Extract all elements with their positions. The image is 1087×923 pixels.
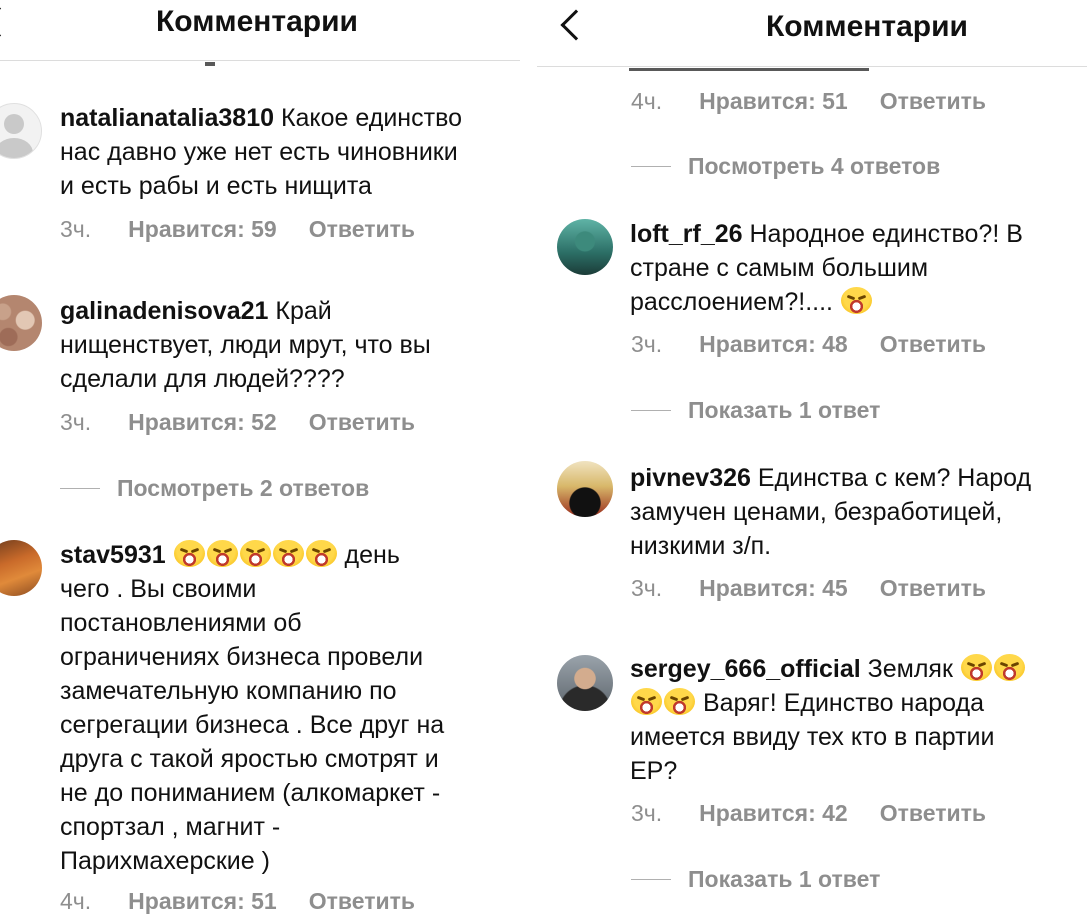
comment-meta: 3ч. Нравится: 45 Ответить — [631, 575, 986, 602]
comment-username[interactable]: natalianatalia3810 — [60, 104, 274, 132]
reply-button[interactable]: Ответить — [880, 331, 986, 358]
divider — [631, 166, 671, 167]
face-with-tears-of-joy-icon — [206, 540, 238, 567]
comments-screen-left: Комментарии natalianatalia3810 Какое еди… — [0, 0, 520, 923]
reply-button[interactable]: Ответить — [309, 409, 415, 436]
comment-username[interactable]: stav5931 — [60, 541, 166, 569]
default-user-avatar-icon[interactable] — [0, 103, 42, 159]
comment-meta: 3ч. Нравится: 59 Ответить — [60, 216, 415, 243]
view-replies-button[interactable]: Посмотреть 2 ответов — [60, 475, 369, 502]
header-divider — [0, 60, 520, 61]
comment-username[interactable]: sergey_666_official — [630, 655, 861, 683]
avatar[interactable] — [557, 461, 613, 517]
comment-time: 3ч. — [60, 409, 92, 435]
avatar[interactable] — [0, 295, 42, 351]
comment-text: natalianatalia3810 Какое единство нас да… — [60, 104, 462, 200]
avatar[interactable] — [0, 540, 42, 596]
comment-username[interactable]: loft_rf_26 — [630, 220, 743, 248]
face-with-tears-of-joy-icon — [239, 540, 271, 567]
divider — [631, 410, 671, 411]
gutter — [520, 0, 537, 923]
likes-count[interactable]: Нравится: 51 — [128, 888, 277, 915]
face-with-tears-of-joy-icon — [664, 688, 695, 715]
comment-time: 3ч. — [631, 331, 663, 357]
comment-text: galinadenisova21 Край нищенствует, люди … — [60, 297, 431, 393]
reply-button[interactable]: Ответить — [309, 216, 415, 243]
view-replies-button[interactable]: Показать 1 ответ — [631, 397, 880, 424]
comment-text: sergey_666_official Земляк Варяг! Единст… — [630, 652, 1026, 788]
face-with-tears-of-joy-icon — [631, 688, 662, 715]
reply-button[interactable]: Ответить — [880, 575, 986, 602]
header: Комментарии — [537, 0, 1087, 54]
reply-button[interactable]: Ответить — [880, 88, 986, 115]
divider — [60, 488, 100, 489]
comment-meta: 3ч. Нравится: 52 Ответить — [60, 409, 415, 436]
reply-button[interactable]: Ответить — [309, 888, 415, 915]
comment-time: 3ч. — [631, 575, 663, 601]
back-chevron-icon[interactable] — [0, 6, 15, 38]
comment-time: 3ч. — [631, 800, 663, 826]
reply-button[interactable]: Ответить — [880, 800, 986, 827]
likes-count[interactable]: Нравится: 51 — [699, 88, 848, 115]
comment-time: 3ч. — [60, 216, 92, 242]
comment-time: 4ч. — [631, 88, 663, 114]
view-replies-button[interactable]: Показать 1 ответ — [631, 866, 880, 893]
likes-count[interactable]: Нравится: 59 — [128, 216, 277, 243]
comment-username[interactable]: galinadenisova21 — [60, 297, 268, 325]
face-with-tears-of-joy-icon — [840, 287, 872, 314]
comment-text: stav5931 день чего . Вы своими постановл… — [60, 540, 445, 875]
comment-meta: 4ч. Нравится: 51 Ответить — [60, 888, 415, 915]
comment-meta: 4ч. Нравится: 51 Ответить — [631, 88, 986, 115]
cut-off-text — [629, 68, 869, 71]
face-with-tears-of-joy-icon — [173, 540, 205, 567]
header: Комментарии — [0, 0, 520, 44]
avatar[interactable] — [557, 655, 613, 711]
page-title: Комментарии — [765, 10, 969, 43]
face-with-tears-of-joy-icon — [960, 654, 992, 681]
likes-count[interactable]: Нравится: 48 — [699, 331, 848, 358]
back-chevron-icon[interactable] — [560, 9, 592, 41]
likes-count[interactable]: Нравится: 52 — [128, 409, 277, 436]
comment-text: pivnev326 Единства с кем? Народ замучен … — [630, 464, 1032, 560]
face-with-tears-of-joy-icon — [993, 654, 1025, 681]
likes-count[interactable]: Нравится: 45 — [699, 575, 848, 602]
cut-off-text — [205, 62, 215, 66]
divider — [631, 879, 671, 880]
face-with-tears-of-joy-icon — [305, 540, 337, 567]
face-with-tears-of-joy-icon — [272, 540, 304, 567]
comment-meta: 3ч. Нравится: 42 Ответить — [631, 800, 986, 827]
comment-text: loft_rf_26 Народное единство?! В стране … — [630, 220, 1023, 316]
avatar[interactable] — [557, 219, 613, 275]
comment-meta: 3ч. Нравится: 48 Ответить — [631, 331, 986, 358]
likes-count[interactable]: Нравится: 42 — [699, 800, 848, 827]
comment-time: 4ч. — [60, 888, 92, 914]
view-replies-button[interactable]: Посмотреть 4 ответов — [631, 153, 940, 180]
comments-screen-right: Комментарии 4ч. Нравится: 51 Ответить По… — [537, 0, 1087, 923]
page-title: Комментарии — [155, 5, 359, 38]
header-divider — [537, 66, 1087, 67]
comment-username[interactable]: pivnev326 — [630, 464, 751, 492]
